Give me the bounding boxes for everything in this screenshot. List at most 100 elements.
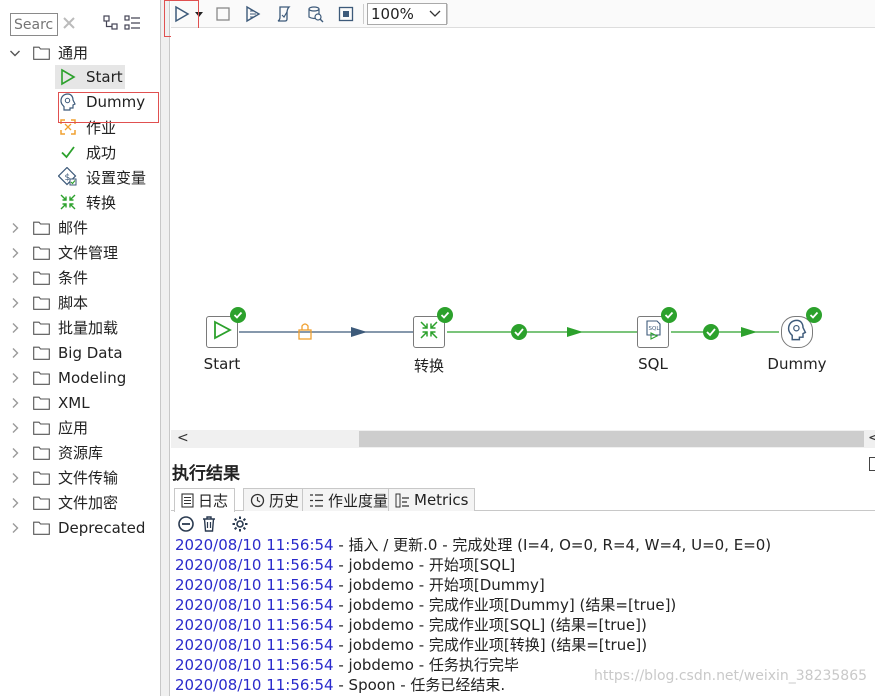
tree-folder-9[interactable]: 资源库 — [8, 440, 103, 465]
tree-folder-8[interactable]: 应用 — [8, 415, 88, 440]
job-node-label: 转换 — [413, 357, 444, 375]
chevron-right-icon[interactable] — [8, 471, 22, 485]
success-check-icon — [230, 307, 246, 323]
tab-history[interactable]: 历史 — [243, 488, 307, 511]
tree-folder-label: Modeling — [58, 368, 127, 387]
log-icon — [181, 493, 194, 508]
log-toolbar — [171, 512, 875, 534]
chevron-right-icon[interactable] — [8, 421, 22, 435]
chevron-right-icon[interactable] — [8, 521, 22, 535]
tab-metrics[interactable]: Metrics — [388, 488, 476, 511]
tab-job-metrics[interactable]: 作业度量 — [302, 488, 396, 511]
chevron-right-icon[interactable] — [8, 321, 22, 335]
tree-folder-label: 资源库 — [58, 444, 104, 462]
log-line: 2020/08/10 11:56:54 - jobdemo - 开始项[SQL] — [175, 555, 875, 575]
tree-folder-1[interactable]: 文件管理 — [8, 240, 118, 265]
hop-success-icon — [511, 324, 527, 340]
log-timestamp: 2020/08/10 11:56:54 — [175, 536, 334, 554]
stop-icon[interactable] — [211, 3, 235, 25]
chevron-right-icon[interactable] — [8, 371, 22, 385]
gear-icon[interactable] — [230, 514, 250, 534]
folder-icon — [33, 296, 50, 310]
verify-icon[interactable] — [272, 3, 296, 25]
transformation-icon — [418, 319, 440, 345]
tree-folder-label: Big Data — [58, 343, 123, 362]
maximize-panel-icon[interactable] — [869, 457, 875, 471]
zoom-select[interactable]: 100% — [367, 3, 447, 25]
highlight-box-dummy — [58, 92, 159, 123]
clear-search-icon[interactable] — [60, 11, 78, 35]
log-line: 2020/08/10 11:56:54 - jobdemo - 完成作业项[Du… — [175, 595, 875, 615]
start-icon — [211, 319, 233, 345]
log-message: - jobdemo - 完成作业项[转换] (结果=[true]) — [333, 636, 648, 654]
tree-folder-7[interactable]: XML — [8, 390, 90, 415]
chevron-right-icon[interactable] — [8, 496, 22, 510]
chevron-right-icon[interactable] — [8, 396, 22, 410]
panel-splitter[interactable] — [160, 0, 170, 696]
tab-log[interactable]: 日志 — [174, 488, 236, 512]
log-line: 2020/08/10 11:56:54 - 插入 / 更新.0 - 完成处理 (… — [175, 535, 875, 555]
log-timestamp: 2020/08/10 11:56:54 — [175, 576, 334, 594]
results-panel-title: 执行结果 — [172, 464, 240, 484]
tree-item-label: 设置变量 — [86, 168, 147, 187]
bar-chart-icon — [395, 493, 410, 508]
scroll-left-icon[interactable]: < — [177, 430, 189, 446]
tree-folder-general[interactable]: 通用 — [8, 40, 88, 65]
tree-item-success[interactable]: 成功 — [58, 140, 116, 164]
folder-icon — [33, 246, 50, 260]
canvas-horizontal-scrollbar[interactable]: < < — [171, 430, 875, 448]
hop-arrow-icon — [567, 327, 583, 337]
clock-icon — [250, 493, 265, 508]
chevron-right-icon[interactable] — [8, 296, 22, 310]
tree-folder-label: 文件加密 — [58, 494, 119, 512]
chevron-right-icon[interactable] — [8, 446, 22, 460]
dummy-icon — [785, 318, 809, 346]
tree-folder-5[interactable]: Big Data — [8, 340, 123, 365]
tree-item-set-variables[interactable]: $ 设置变量 — [58, 165, 146, 189]
tree-folder-label: 批量加载 — [58, 319, 119, 337]
tree-folder-label: 文件管理 — [58, 244, 119, 262]
chevron-right-icon[interactable] — [8, 221, 22, 235]
search-input[interactable] — [10, 13, 58, 36]
scrollbar-thumb[interactable] — [359, 431, 864, 447]
tree-folder-3[interactable]: 脚本 — [8, 290, 88, 315]
hop-arrow-icon — [741, 327, 757, 337]
tree-item-start[interactable]: Start — [58, 65, 123, 89]
chevron-right-icon[interactable] — [8, 346, 22, 360]
scroll-right-icon[interactable]: < — [868, 430, 875, 446]
trash-icon[interactable] — [199, 514, 219, 534]
chevron-down-icon[interactable] — [8, 46, 22, 60]
clear-log-icon[interactable] — [176, 514, 196, 534]
chevron-right-icon[interactable] — [8, 246, 22, 260]
chevron-right-icon[interactable] — [8, 271, 22, 285]
log-timestamp: 2020/08/10 11:56:54 — [175, 676, 334, 694]
tree-folder-6[interactable]: Modeling — [8, 365, 126, 390]
tree-folder-label: 文件传输 — [58, 469, 119, 487]
tree-item-transformation[interactable]: 转换 — [58, 190, 116, 214]
grid-icon[interactable] — [334, 3, 358, 25]
tree-folder-label: 脚本 — [58, 294, 89, 312]
log-line: 2020/08/10 11:56:54 - jobdemo - 开始项[Dumm… — [175, 575, 875, 595]
folder-icon — [33, 471, 50, 485]
preview-icon[interactable] — [241, 3, 265, 25]
job-canvas[interactable]: Start 转换 SQL SQL Dummy — [171, 28, 875, 430]
tree-folder-label: 通用 — [58, 44, 89, 62]
collapse-all-icon[interactable] — [103, 11, 119, 35]
toolbar-separator — [363, 4, 364, 24]
tree-folder-2[interactable]: 条件 — [8, 265, 88, 290]
svg-text:$: $ — [65, 173, 71, 183]
svg-text:SQL: SQL — [649, 326, 661, 332]
log-message: - jobdemo - 开始项[SQL] — [333, 556, 516, 574]
tree-folder-11[interactable]: 文件加密 — [8, 490, 118, 515]
tree-folder-12[interactable]: Deprecated — [8, 515, 145, 540]
toolbar-separator — [447, 4, 448, 24]
expand-all-icon[interactable] — [124, 11, 142, 35]
watermark-text: https://blog.csdn.net/weixin_38235865 — [594, 668, 868, 684]
zoom-value: 100% — [371, 5, 414, 23]
tree-folder-10[interactable]: 文件传输 — [8, 465, 118, 490]
tree-folder-4[interactable]: 批量加载 — [8, 315, 118, 340]
job-node-label: Dummy — [767, 355, 827, 373]
log-line: 2020/08/10 11:56:54 - jobdemo - 完成作业项[转换… — [175, 635, 875, 655]
tree-folder-0[interactable]: 邮件 — [8, 215, 88, 240]
sql-impact-icon[interactable] — [303, 3, 327, 25]
